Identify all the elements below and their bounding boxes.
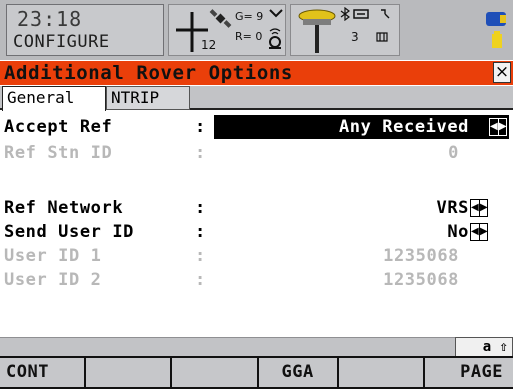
page-title: Additional Rover Options <box>4 62 293 84</box>
satellite-panel: 12 G= 9 R= 0 <box>168 4 286 56</box>
ref-stn-id-value: 0 <box>448 143 459 163</box>
communication-panel: 3 <box>290 4 400 56</box>
user-id-1-row: User ID 1 : 1235068 <box>4 244 509 268</box>
clock-time: 23:18 <box>17 7 83 31</box>
accept-ref-row[interactable]: Accept Ref : Any Received ◀ ▶ <box>4 115 509 139</box>
send-user-id-label: Send User ID <box>4 222 135 242</box>
user-id-2-row: User ID 2 : 1235068 <box>4 268 509 292</box>
input-mode-bar: a ⇧ <box>0 337 513 357</box>
time-mode-panel: 23:18 CONFIGURE <box>6 4 164 56</box>
bluetooth-icon <box>340 7 350 21</box>
link-count: 3 <box>351 30 359 44</box>
ref-network-colon: : <box>195 198 206 218</box>
ref-network-label: Ref Network <box>4 198 124 218</box>
accept-ref-selector[interactable]: Any Received ◀ ▶ <box>214 115 509 139</box>
glonass-sat-count: R= 0 <box>235 30 263 43</box>
ref-stn-id-row: Ref Stn ID : 0 <box>4 141 509 165</box>
f3-button[interactable] <box>172 358 257 387</box>
ref-network-value[interactable]: VRS <box>436 196 469 220</box>
tab-ntrip[interactable]: NTRIP <box>106 86 190 110</box>
memory-icon <box>376 32 388 42</box>
user-id-2-label: User ID 2 <box>4 270 102 290</box>
f2-button[interactable] <box>86 358 171 387</box>
f5-button[interactable] <box>338 358 423 387</box>
accept-ref-arrows-icon[interactable]: ◀ ▶ <box>489 118 507 136</box>
ref-stn-id-colon: : <box>195 143 206 163</box>
send-user-id-value[interactable]: No <box>447 220 469 244</box>
input-mode-indicator: a ⇧ <box>455 337 513 357</box>
accept-ref-colon: : <box>195 117 206 137</box>
user-id-2-value: 1235068 <box>383 270 459 290</box>
title-bar: Additional Rover Options × <box>0 61 513 85</box>
battery-icon <box>486 12 506 48</box>
user-id-1-colon: : <box>195 246 206 266</box>
user-id-1-label: User ID 1 <box>4 246 102 266</box>
signal-icon <box>269 9 283 18</box>
f6-page-button[interactable]: PAGE <box>424 358 513 387</box>
tab-general[interactable]: General <box>2 86 106 111</box>
f4-gga-button[interactable]: GGA <box>258 358 337 387</box>
ref-network-row[interactable]: Ref Network : VRS ◀ ▶ <box>4 196 509 220</box>
app-mode: CONFIGURE <box>13 32 110 52</box>
gps-sat-count: G= 9 <box>235 10 264 23</box>
send-user-id-arrows-icon[interactable]: ◀ ▶ <box>470 223 488 241</box>
f1-cont-button[interactable]: CONT <box>0 358 85 387</box>
user-id-1-value: 1235068 <box>383 246 459 266</box>
antenna-icon <box>269 28 281 49</box>
user-id-2-colon: : <box>195 270 206 290</box>
accept-ref-label: Accept Ref <box>4 117 113 137</box>
ref-network-arrows-icon[interactable]: ◀ ▶ <box>470 199 488 217</box>
send-user-id-colon: : <box>195 222 206 242</box>
accept-ref-value: Any Received <box>338 117 469 137</box>
satellite-icon <box>209 9 232 28</box>
close-button[interactable]: × <box>493 62 511 83</box>
link-icon <box>381 9 390 19</box>
gps-receiver-icon <box>298 9 336 53</box>
function-key-bar: CONT GGA PAGE <box>0 356 513 389</box>
tracked-sats-count: 12 <box>201 38 217 52</box>
status-bar: 23:18 CONFIGURE 12 G= 9 R= 0 3 <box>0 0 513 60</box>
tab-strip: General NTRIP <box>0 86 513 111</box>
send-user-id-row[interactable]: Send User ID : No ◀ ▶ <box>4 220 509 244</box>
radio-icon <box>353 9 369 19</box>
ref-stn-id-label: Ref Stn ID <box>4 143 113 163</box>
